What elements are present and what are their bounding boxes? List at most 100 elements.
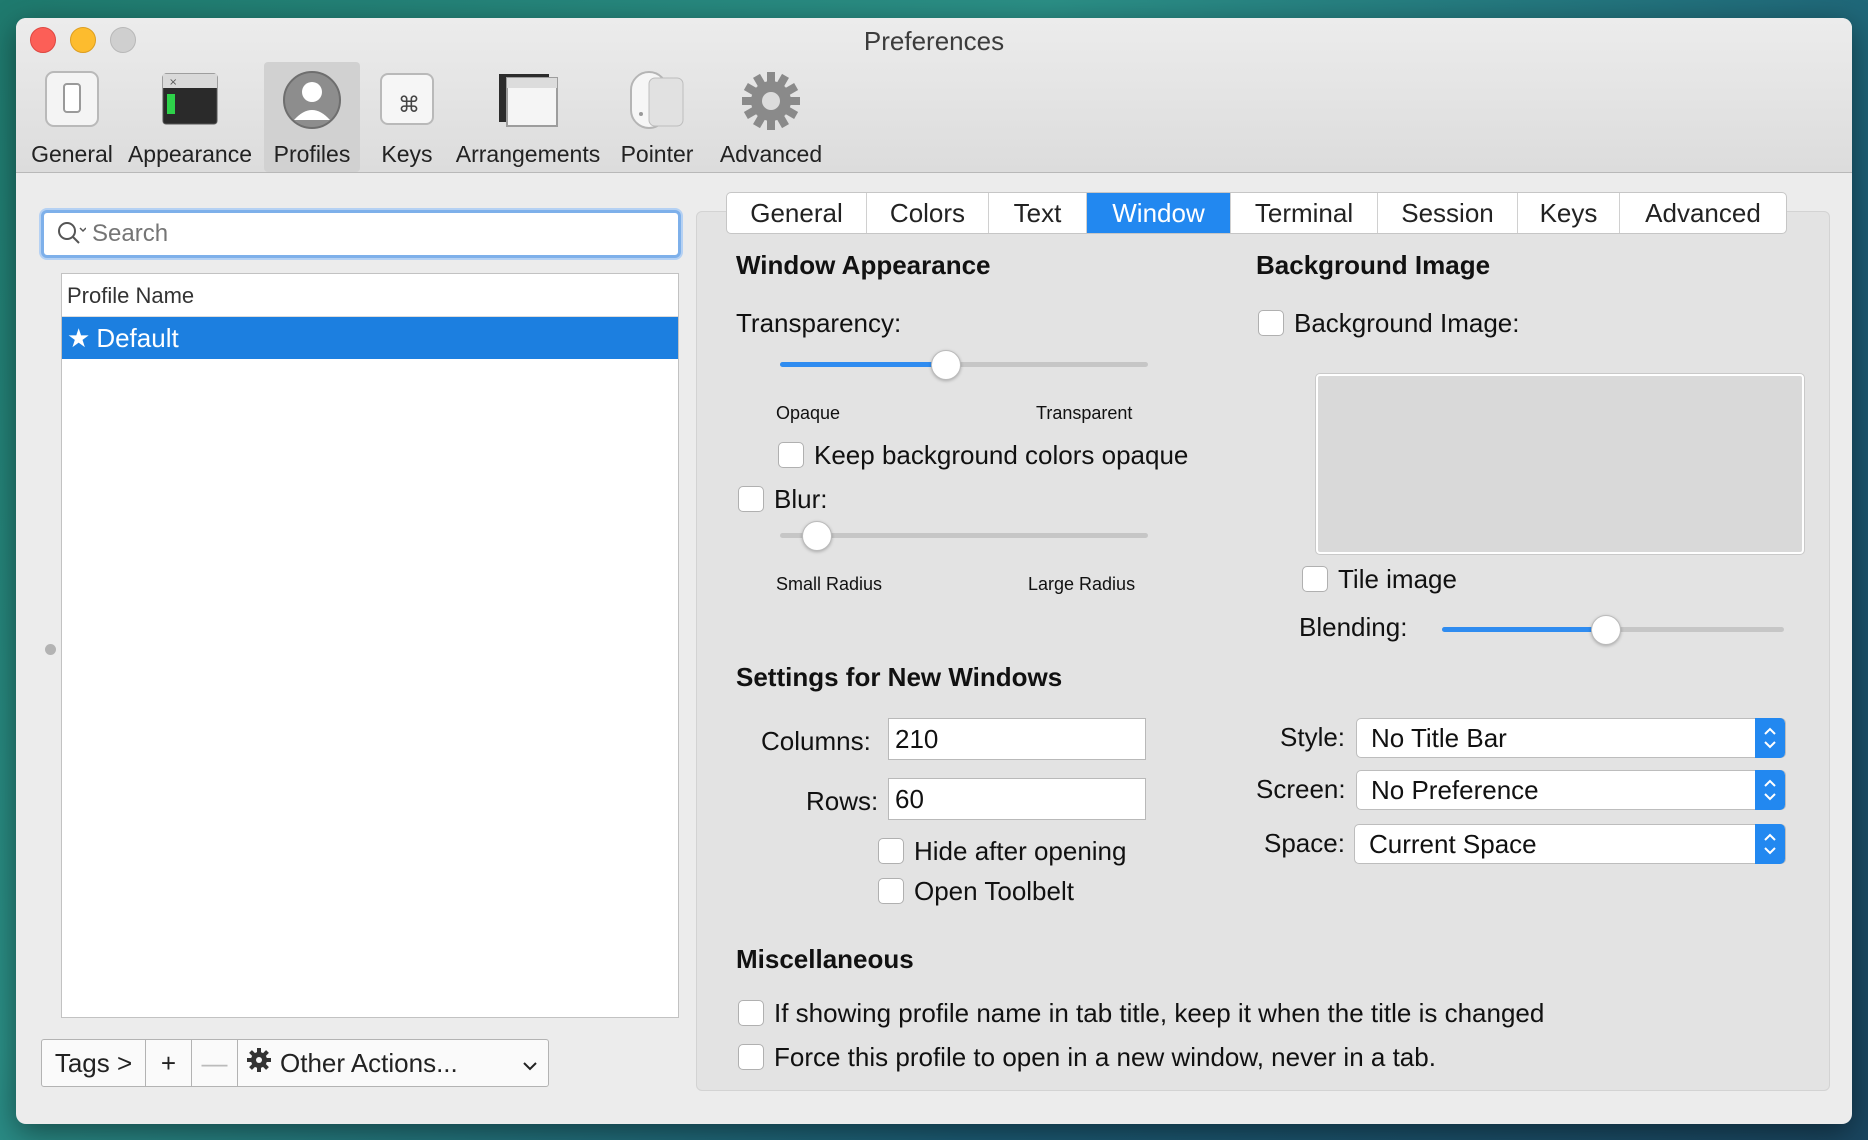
gear-icon bbox=[246, 1047, 272, 1080]
keep-profile-name-checkbox[interactable] bbox=[738, 1000, 764, 1026]
space-label: Space: bbox=[1264, 828, 1345, 858]
tab-session[interactable]: Session bbox=[1378, 193, 1518, 233]
background-image-heading: Background Image bbox=[1256, 250, 1491, 280]
rows-field[interactable]: 60 bbox=[888, 778, 1146, 820]
screen-popup[interactable]: No Preference bbox=[1356, 770, 1786, 810]
toolbar-advanced[interactable]: Advanced bbox=[716, 62, 826, 172]
toolbar-arrangements[interactable]: Arrangements bbox=[454, 62, 602, 172]
remove-profile-button[interactable]: — bbox=[192, 1040, 238, 1086]
blur-max-label: Large Radius bbox=[1028, 574, 1136, 594]
misc-heading: Miscellaneous bbox=[736, 944, 914, 974]
popup-stepper-icon bbox=[1755, 770, 1785, 810]
window-title: Preferences bbox=[863, 26, 1005, 56]
profile-row[interactable]: ★ Default bbox=[62, 317, 678, 359]
toolbar-label: Profiles bbox=[273, 141, 351, 167]
toolbar-label: Advanced bbox=[719, 141, 823, 167]
tab-advanced[interactable]: Advanced bbox=[1620, 193, 1786, 233]
screen-label: Screen: bbox=[1256, 774, 1346, 804]
toolbar-label: Pointer bbox=[620, 141, 694, 167]
open-toolbelt-label: Open Toolbelt bbox=[914, 876, 1074, 906]
background-image-label: Background Image: bbox=[1294, 308, 1520, 338]
tab-colors[interactable]: Colors bbox=[867, 193, 989, 233]
default-star-icon: ★ bbox=[67, 323, 91, 353]
tile-image-label: Tile image bbox=[1338, 564, 1457, 594]
toolbar-keys[interactable]: ⌘ Keys bbox=[372, 62, 442, 172]
force-new-window-label: Force this profile to open in a new wind… bbox=[774, 1042, 1436, 1072]
blur-min-label: Small Radius bbox=[776, 574, 883, 594]
hide-after-opening-checkbox[interactable] bbox=[878, 838, 904, 864]
keep-bg-opaque-checkbox[interactable] bbox=[778, 442, 804, 468]
split-view-handle[interactable] bbox=[45, 644, 56, 655]
columns-label: Columns: bbox=[761, 726, 871, 756]
space-popup[interactable]: Current Space bbox=[1354, 824, 1786, 864]
open-toolbelt-checkbox[interactable] bbox=[878, 878, 904, 904]
switch-icon bbox=[44, 70, 100, 134]
toolbar-label: Keys bbox=[381, 141, 433, 167]
toolbar-label: General bbox=[31, 141, 113, 167]
background-image-checkbox[interactable] bbox=[1258, 310, 1284, 336]
profile-avatar-icon bbox=[282, 70, 342, 136]
blending-fill bbox=[1442, 627, 1607, 632]
transparency-fill bbox=[780, 362, 946, 367]
profile-tabs: General Colors Text Window Terminal Sess… bbox=[726, 192, 1787, 234]
blur-checkbox[interactable] bbox=[738, 486, 764, 512]
add-profile-button[interactable]: + bbox=[146, 1040, 192, 1086]
transparency-knob[interactable] bbox=[930, 350, 961, 380]
toolbar-general[interactable]: General bbox=[24, 62, 120, 172]
window-arrangement-icon bbox=[497, 70, 559, 136]
toolbar-label: Arrangements bbox=[455, 141, 601, 167]
tab-window[interactable]: Window bbox=[1087, 193, 1231, 233]
profile-search[interactable] bbox=[41, 210, 681, 258]
terminal-appearance-icon: × bbox=[161, 70, 219, 134]
style-popup[interactable]: No Title Bar bbox=[1356, 718, 1786, 758]
tab-terminal[interactable]: Terminal bbox=[1231, 193, 1378, 233]
transparency-min-label: Opaque bbox=[776, 403, 841, 423]
profile-row-name: Default bbox=[96, 323, 179, 353]
tile-image-checkbox[interactable] bbox=[1302, 566, 1328, 592]
preferences-window: Preferences General × Appearance Profile… bbox=[16, 18, 1852, 1124]
toolbar-appearance[interactable]: × Appearance bbox=[126, 62, 254, 172]
rows-label: Rows: bbox=[806, 786, 879, 816]
search-input[interactable] bbox=[92, 219, 652, 249]
gear-icon bbox=[740, 70, 802, 138]
background-image-well[interactable] bbox=[1316, 374, 1804, 554]
toolbar-profiles[interactable]: Profiles bbox=[264, 62, 360, 172]
mouse-icon bbox=[627, 70, 687, 136]
tab-general[interactable]: General bbox=[727, 193, 867, 233]
svg-text:×: × bbox=[169, 77, 177, 88]
blur-track bbox=[780, 533, 1148, 538]
force-new-window-checkbox[interactable] bbox=[738, 1044, 764, 1070]
keep-profile-name-label: If showing profile name in tab title, ke… bbox=[774, 998, 1545, 1028]
popup-stepper-icon bbox=[1755, 718, 1785, 758]
command-key-icon: ⌘ bbox=[379, 70, 435, 134]
tags-button[interactable]: Tags > bbox=[42, 1040, 146, 1086]
other-actions-menu[interactable]: Other Actions... bbox=[238, 1040, 548, 1086]
transparency-label: Transparency: bbox=[736, 308, 902, 338]
hide-after-opening-label: Hide after opening bbox=[914, 836, 1127, 866]
svg-text:⌘: ⌘ bbox=[398, 93, 420, 118]
popup-stepper-icon bbox=[1755, 824, 1785, 864]
transparency-max-label: Transparent bbox=[1036, 403, 1133, 423]
style-value: No Title Bar bbox=[1371, 723, 1507, 753]
blending-knob[interactable] bbox=[1591, 615, 1622, 645]
style-label: Style: bbox=[1280, 722, 1346, 752]
tab-keys[interactable]: Keys bbox=[1518, 193, 1620, 233]
screen-value: No Preference bbox=[1371, 775, 1539, 805]
profile-name-column-header[interactable]: Profile Name bbox=[62, 274, 678, 317]
space-value: Current Space bbox=[1369, 829, 1537, 859]
titlebar: Preferences General × Appearance Profile… bbox=[16, 18, 1852, 173]
toolbar-pointer[interactable]: Pointer bbox=[610, 62, 704, 172]
chevron-down-icon bbox=[522, 1048, 538, 1079]
toolbar-label: Appearance bbox=[127, 141, 253, 167]
keep-bg-opaque-label: Keep background colors opaque bbox=[814, 440, 1189, 470]
profile-actions-bar: Tags > + — Other Actions... bbox=[41, 1039, 549, 1087]
blur-knob[interactable] bbox=[801, 521, 832, 551]
search-icon bbox=[56, 220, 87, 253]
other-actions-label: Other Actions... bbox=[280, 1047, 458, 1078]
blur-label: Blur: bbox=[774, 484, 828, 514]
columns-field[interactable]: 210 bbox=[888, 718, 1146, 760]
new-windows-heading: Settings for New Windows bbox=[736, 662, 1063, 692]
tab-text[interactable]: Text bbox=[989, 193, 1087, 233]
blending-label: Blending: bbox=[1299, 612, 1408, 642]
window-appearance-heading: Window Appearance bbox=[736, 250, 991, 280]
